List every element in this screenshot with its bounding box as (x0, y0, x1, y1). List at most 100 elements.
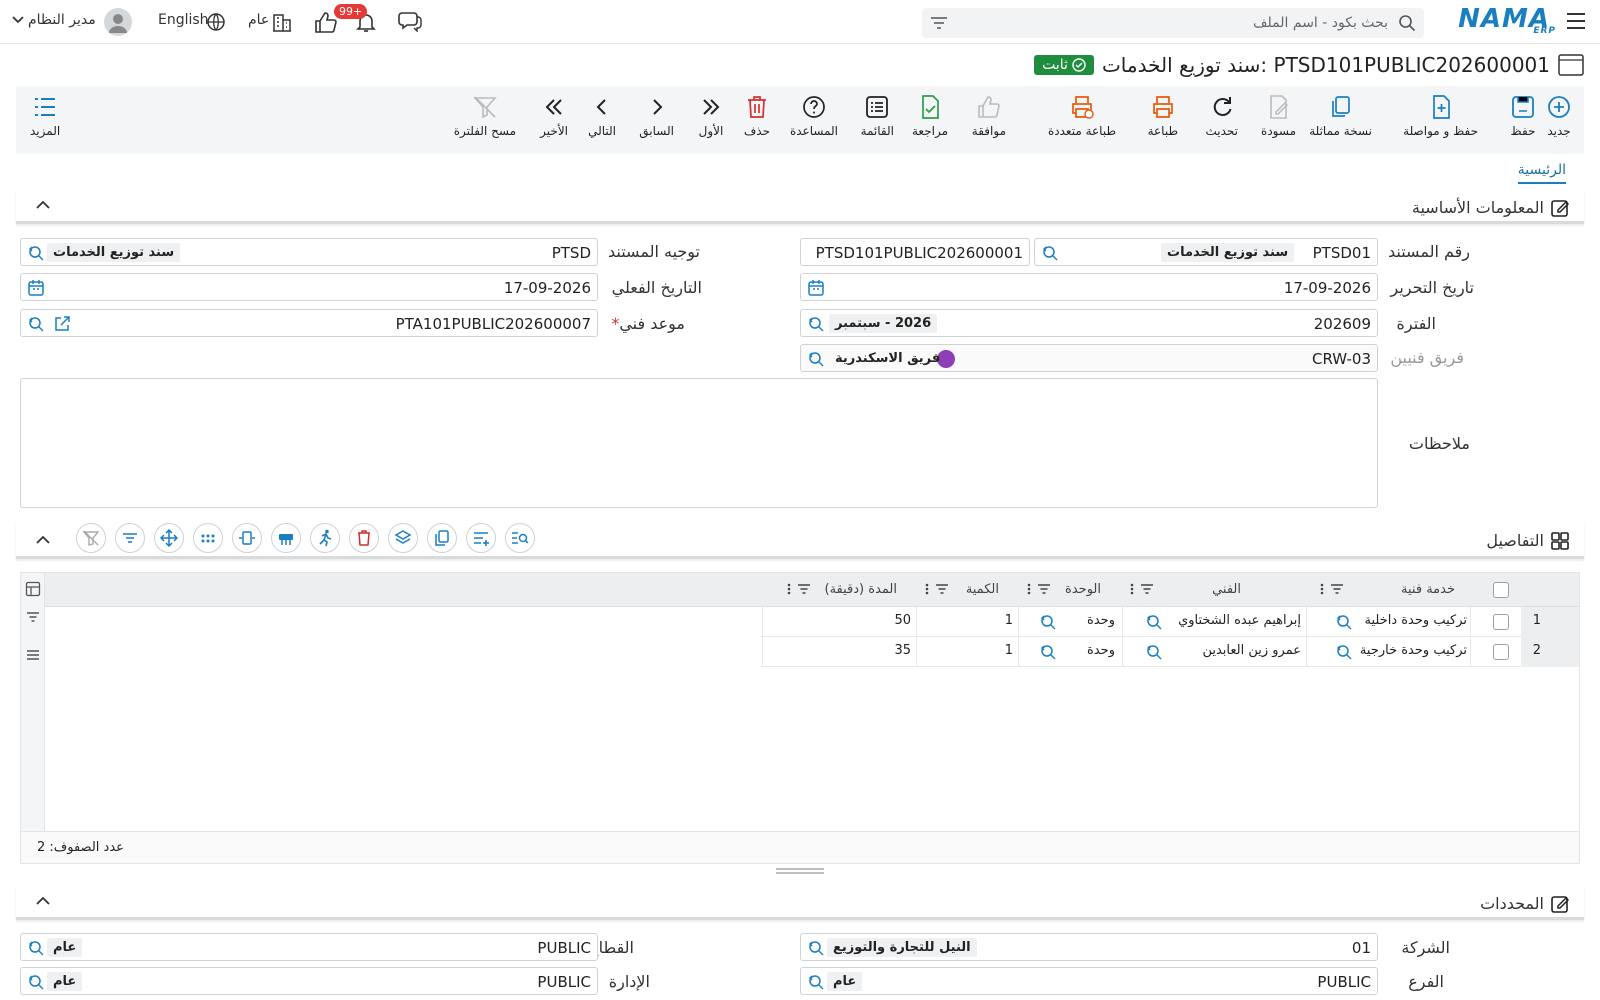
cell-unit[interactable]: وحدة (1087, 613, 1115, 628)
column-menu-icon[interactable] (1130, 583, 1134, 595)
department-field[interactable]: PUBLIC عام (20, 967, 598, 995)
review-button[interactable]: مراجعة (912, 94, 948, 138)
table-layout-button[interactable] (271, 523, 301, 553)
table-settings-icon[interactable] (25, 581, 41, 597)
search-refresh-icon[interactable] (1335, 643, 1353, 661)
column-filter-icon[interactable] (1330, 583, 1344, 595)
add-rows-button[interactable] (466, 523, 496, 553)
previous-button[interactable]: السابق (639, 94, 674, 138)
cell-technician[interactable]: إبراهيم عبده الشختاوي (1178, 613, 1301, 628)
layers-button[interactable] (388, 523, 418, 553)
tab-main[interactable]: الرئيسية (1517, 162, 1566, 184)
select-all-checkbox[interactable] (1493, 582, 1509, 598)
clear-filter-button[interactable]: مسح الفلترة (454, 94, 516, 138)
cell-duration[interactable]: 35 (894, 643, 911, 658)
cell-technician[interactable]: عمرو زين العابدين (1202, 643, 1301, 658)
run-button[interactable] (310, 523, 340, 553)
save-continue-button[interactable]: حفظ و مواصلة (1403, 94, 1478, 138)
last-button[interactable]: الأخير (540, 94, 568, 138)
column-menu-icon[interactable] (925, 583, 929, 595)
column-header-quantity[interactable]: الكمية (966, 582, 999, 597)
dimensions-section-header[interactable]: المحددات (16, 886, 1584, 920)
column-menu-icon[interactable] (1320, 583, 1324, 595)
globe-icon[interactable] (206, 12, 226, 32)
building-icon[interactable] (272, 12, 292, 32)
refresh-button[interactable]: تحديث (1205, 94, 1238, 138)
print-button[interactable]: طباعة (1148, 94, 1178, 138)
column-filter-icon[interactable] (1140, 583, 1154, 595)
chevron-up-icon[interactable] (36, 200, 50, 210)
move-button[interactable] (154, 523, 184, 553)
notes-textarea[interactable] (20, 378, 1378, 508)
help-button[interactable]: المساعدة (790, 94, 838, 138)
team-field[interactable]: CRW-03 فريق الاسكندرية (800, 344, 1378, 372)
basic-info-section-header[interactable]: المعلومات الأساسية (16, 190, 1584, 224)
filter-icon[interactable] (930, 15, 948, 31)
grid-filter-button[interactable] (115, 523, 145, 553)
search-refresh-icon[interactable] (807, 939, 825, 957)
search-placeholder[interactable]: بحث بكود - اسم الملف (1253, 15, 1388, 31)
row-checkbox[interactable] (1493, 644, 1509, 660)
actual-date-field[interactable]: 17-09-2026 (20, 273, 598, 301)
expand-columns-button[interactable] (232, 523, 262, 553)
doc-type-field[interactable]: PTSD01 سند توزيع الخدمات (1034, 238, 1378, 266)
direction-field[interactable]: PTSD سند توزيع الخدمات (20, 238, 598, 266)
dots-grid-button[interactable] (193, 523, 223, 553)
doc-number-field[interactable]: PTSD101PUBLIC202600001 (800, 238, 1030, 266)
search-refresh-icon[interactable] (1041, 244, 1059, 262)
search-refresh-icon[interactable] (807, 315, 825, 333)
search-refresh-icon[interactable] (807, 350, 825, 368)
search-refresh-icon[interactable] (27, 244, 45, 262)
calendar-icon[interactable] (27, 279, 45, 297)
branch-switcher[interactable]: عام (248, 12, 269, 28)
search-refresh-icon[interactable] (27, 315, 45, 333)
next-button[interactable]: التالي (588, 94, 616, 138)
external-link-icon[interactable] (53, 315, 71, 333)
cell-quantity[interactable]: 1 (1005, 613, 1013, 628)
user-name[interactable]: مدير النظام (28, 12, 96, 28)
row-checkbox[interactable] (1493, 614, 1509, 630)
sector-field[interactable]: PUBLIC عام (20, 933, 598, 961)
language-switcher[interactable]: English (158, 12, 209, 28)
column-menu-icon[interactable] (787, 583, 791, 595)
cell-service[interactable]: تركيب وحدة خارجية (1360, 643, 1467, 658)
duplicate-button[interactable]: نسخة مماثلة (1309, 94, 1372, 138)
search-refresh-icon[interactable] (1039, 613, 1057, 631)
column-header-duration[interactable]: المدة (دقيقة) (825, 582, 897, 597)
company-field[interactable]: 01 النيل للتجارة والتوزيع (800, 933, 1378, 961)
column-header-technician[interactable]: الفني (1212, 582, 1241, 597)
search-refresh-icon[interactable] (1145, 613, 1163, 631)
column-header-unit[interactable]: الوحدة (1065, 582, 1101, 597)
search-refresh-icon[interactable] (1335, 613, 1353, 631)
list-button[interactable]: القائمة (861, 94, 894, 138)
chevron-up-icon[interactable] (36, 535, 50, 545)
menu-icon[interactable] (1566, 12, 1586, 30)
more-button[interactable]: المزيد (30, 94, 60, 138)
avatar[interactable] (104, 8, 132, 36)
search-refresh-icon[interactable] (807, 973, 825, 991)
table-row[interactable]: 2 تركيب وحدة خارجية عمرو زين العابدين وح… (761, 637, 1579, 667)
approve-button[interactable]: موافقة (972, 94, 1006, 138)
search-refresh-icon[interactable] (1145, 643, 1163, 661)
column-header-service[interactable]: خدمة فنية (1401, 582, 1455, 597)
column-filter-icon[interactable] (1037, 583, 1051, 595)
chat-icon[interactable] (398, 10, 422, 32)
new-button[interactable]: جديد (1546, 94, 1572, 138)
cell-quantity[interactable]: 1 (1005, 643, 1013, 658)
delete-button[interactable]: حذف (744, 94, 770, 138)
appointment-field[interactable]: PTA101PUBLIC202600007 (20, 309, 598, 337)
global-search[interactable]: بحث بكود - اسم الملف (922, 8, 1424, 38)
search-refresh-icon[interactable] (27, 973, 45, 991)
period-field[interactable]: 202609 2026 - سبتمبر (800, 309, 1378, 337)
chevron-down-icon[interactable] (12, 16, 24, 24)
table-row[interactable]: 1 تركيب وحدة داخلية إبراهيم عبده الشختاو… (761, 607, 1579, 637)
cell-unit[interactable]: وحدة (1087, 643, 1115, 658)
delete-rows-button[interactable] (349, 523, 379, 553)
menu-lines-icon[interactable] (25, 647, 41, 663)
first-button[interactable]: الأول (698, 94, 724, 138)
filter-icon[interactable] (25, 609, 41, 625)
save-button[interactable]: حفظ (1510, 94, 1536, 138)
draft-button[interactable]: مسودة (1261, 94, 1296, 138)
cell-duration[interactable]: 50 (894, 613, 911, 628)
resize-handle[interactable] (776, 868, 824, 874)
